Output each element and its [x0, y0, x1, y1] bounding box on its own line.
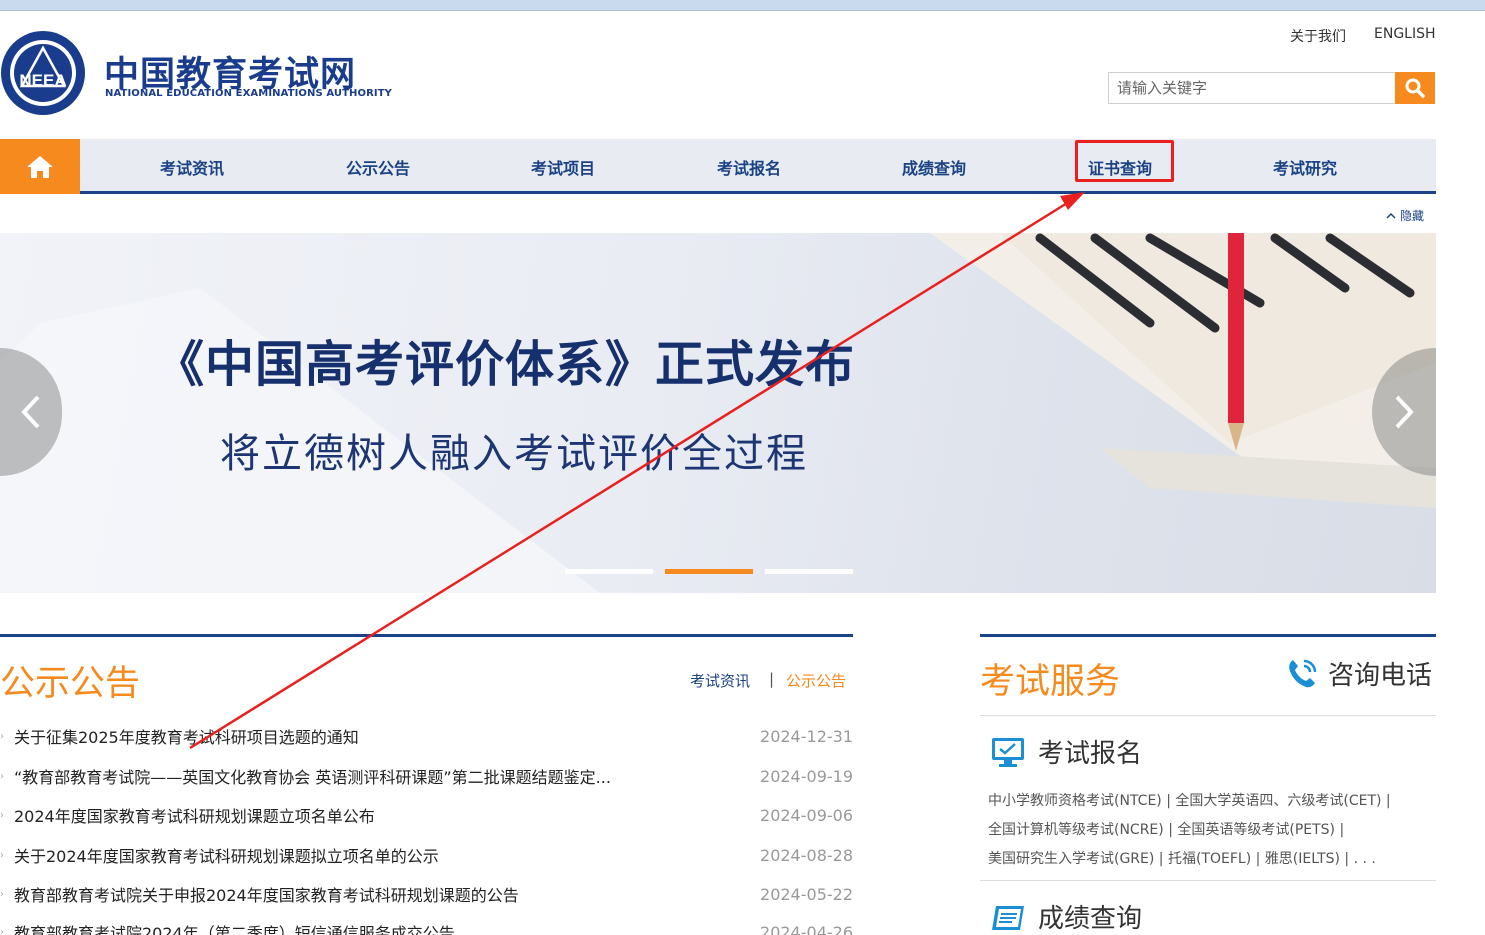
nav-item-notices[interactable]: 公示公告 [346, 155, 410, 179]
list-item-title: 2024年度国家教育考试科研规划课题立项名单公布 [14, 807, 375, 826]
chevron-up-icon [1386, 212, 1396, 219]
phone-icon [1289, 659, 1317, 687]
registration-links-line[interactable]: 中小学教师资格考试(NTCE) | 全国大学英语四、六级考试(CET) | [988, 790, 1391, 810]
nav-item-score-query[interactable]: 成绩查询 [902, 155, 966, 179]
brand-name-en: NATIONAL EDUCATION EXAMINATIONS AUTHORIT… [105, 88, 392, 99]
nav-home-button[interactable] [0, 139, 80, 194]
search-button[interactable] [1395, 72, 1435, 104]
list-item[interactable]: › 教育部教育考试院2024年（第二季度）短信通信服务成交公告 2024-04-… [0, 920, 853, 935]
chevron-right-icon [1395, 395, 1414, 429]
registration-links-line[interactable]: 全国计算机等级考试(NCRE) | 全国英语等级考试(PETS) | [988, 819, 1344, 839]
registration-links-line[interactable]: 美国研究生入学考试(GRE) | 托福(TOEFL) | 雅思(IELTS) |… [988, 848, 1376, 868]
search-icon [1405, 78, 1425, 98]
registration-heading-label: 考试报名 [1038, 739, 1143, 769]
bullet-icon: › [0, 809, 4, 821]
list-item-date: 2024-12-31 [760, 726, 853, 746]
certificate-query-highlight [1075, 140, 1174, 182]
arrowhead-icon [1060, 192, 1085, 210]
list-item[interactable]: › 关于2024年度国家教育考试科研规划课题拟立项名单的公示 2024-08-2… [0, 843, 853, 867]
announcements-title: 公示公告 [0, 664, 141, 704]
scores-heading-label: 成绩查询 [1038, 904, 1143, 934]
list-item[interactable]: › 2024年度国家教育考试科研规划课题立项名单公布 2024-09-06 [0, 803, 853, 827]
carousel-dot[interactable] [565, 569, 653, 574]
tab-notices[interactable]: 公示公告 [786, 670, 846, 691]
banner-carousel: 《中国高考评价体系》正式发布 将立德树人融入考试评价全过程 [0, 233, 1436, 593]
banner-subtitle: 将立德树人融入考试评价全过程 [220, 431, 808, 477]
list-item[interactable]: › 教育部教育考试院关于申报2024年度国家教育考试科研规划课题的公告 2024… [0, 882, 853, 906]
bullet-icon: › [0, 888, 4, 900]
services-rule [980, 634, 1436, 637]
registration-heading[interactable]: 考试报名 [990, 733, 1142, 770]
chevron-left-icon [21, 395, 40, 429]
scores-heading[interactable]: 成绩查询 [990, 898, 1142, 935]
list-item-title: 教育部教育考试院关于申报2024年度国家教育考试科研规划课题的公告 [14, 886, 519, 905]
monitor-icon [992, 737, 1024, 767]
logo-text: NEEA [19, 71, 66, 90]
services-title: 考试服务 [980, 662, 1121, 702]
nav-item-registration[interactable]: 考试报名 [717, 155, 781, 179]
list-item-date: 2024-05-22 [760, 884, 853, 904]
neea-logo[interactable]: NEEA [0, 30, 86, 116]
consult-phone-label: 咨询电话 [1328, 661, 1433, 691]
bullet-icon: › [0, 926, 4, 935]
window-top-bar [0, 0, 1485, 11]
announcements-rule [0, 634, 853, 637]
list-item-title: 关于征集2025年度教育考试科研项目选题的通知 [14, 728, 359, 747]
banner-book-illustration [0, 233, 1436, 593]
services-divider [980, 715, 1436, 716]
banner-title: 《中国高考评价体系》正式发布 [155, 336, 856, 393]
about-us-link[interactable]: 关于我们 [1290, 26, 1346, 46]
list-item[interactable]: › 关于征集2025年度教育考试科研项目选题的通知 2024-12-31 [0, 724, 853, 748]
list-item[interactable]: › “教育部教育考试院——英国文化教育协会 英语测评科研课题”第二批课题结题鉴定… [0, 764, 853, 788]
consult-phone[interactable]: 咨询电话 [1284, 655, 1432, 692]
search-input[interactable] [1108, 72, 1396, 104]
list-item-title: “教育部教育考试院——英国文化教育协会 英语测评科研课题”第二批课题结题鉴定..… [14, 768, 611, 787]
scoresheet-icon [992, 905, 1024, 930]
bullet-icon: › [0, 849, 4, 861]
services-divider [980, 880, 1436, 881]
hide-banner-link[interactable]: 隐藏 [1386, 207, 1424, 224]
nav-item-exam-projects[interactable]: 考试项目 [531, 155, 595, 179]
bullet-icon: › [0, 770, 4, 782]
list-item-title: 教育部教育考试院2024年（第二季度）短信通信服务成交公告 [14, 924, 455, 935]
tab-separator: | [769, 670, 775, 688]
tab-exam-news[interactable]: 考试资讯 [690, 670, 750, 691]
nav-item-exam-research[interactable]: 考试研究 [1273, 155, 1337, 179]
carousel-dot-active[interactable] [665, 569, 753, 574]
carousel-dot[interactable] [765, 569, 853, 574]
home-icon [27, 155, 53, 178]
list-item-date: 2024-09-06 [760, 805, 853, 825]
list-item-date: 2024-08-28 [760, 845, 853, 865]
hide-banner-label: 隐藏 [1400, 209, 1425, 223]
nav-item-exam-news[interactable]: 考试资讯 [160, 155, 224, 179]
list-item-date: 2024-09-19 [760, 766, 853, 786]
list-item-title: 关于2024年度国家教育考试科研规划课题拟立项名单的公示 [14, 847, 439, 866]
bullet-icon: › [0, 730, 4, 742]
english-link[interactable]: ENGLISH [1374, 26, 1436, 42]
list-item-date: 2024-04-26 [760, 922, 853, 935]
